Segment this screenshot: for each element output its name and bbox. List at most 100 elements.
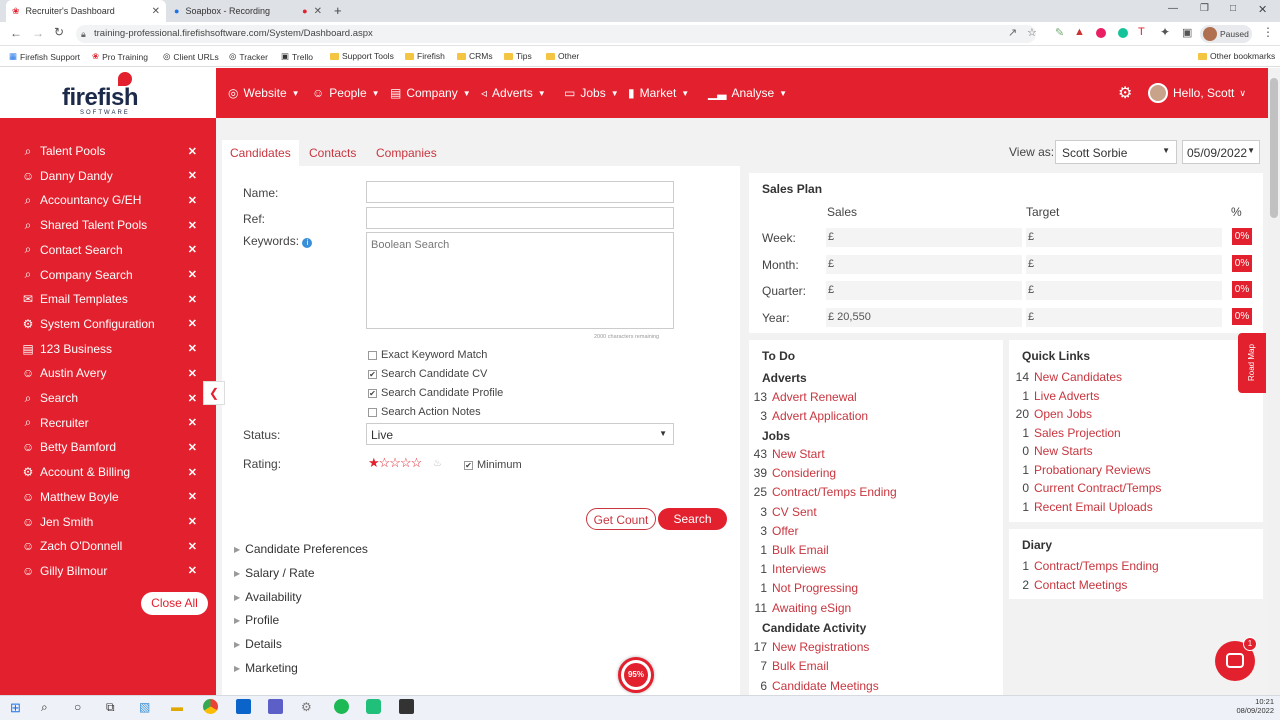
back-icon[interactable]: ← [10, 26, 22, 40]
reload-icon[interactable]: ↻ [54, 25, 64, 39]
section-profile[interactable]: ▶ Profile [234, 613, 279, 627]
sidebar-item[interactable]: ✉ Email Templates ✕ [22, 289, 197, 309]
item-link[interactable]: Considering [772, 466, 836, 480]
sidebar-item[interactable]: ⌕ Search ✕ [22, 388, 197, 408]
item-link[interactable]: Awaiting eSign [772, 601, 851, 615]
item-link[interactable]: Not Progressing [772, 581, 858, 595]
profile-paused-button[interactable]: Paused [1200, 25, 1252, 43]
close-icon[interactable]: ✕ [188, 367, 197, 380]
sidebar-item[interactable]: ☺ Matthew Boyle ✕ [22, 487, 197, 507]
item-link[interactable]: Current Contract/Temps [1034, 481, 1161, 495]
get-count-button[interactable]: Get Count [586, 508, 656, 530]
close-icon[interactable]: ✕ [188, 194, 197, 207]
list-item[interactable]: 25 Contract/Temps Ending [751, 485, 897, 499]
bookmark-trello[interactable]: ▣ Trello [281, 51, 313, 62]
item-link[interactable]: Advert Renewal [772, 390, 857, 404]
nav-jobs[interactable]: ▭ Jobs ▼ [564, 86, 619, 100]
share-icon[interactable]: ↗ [1008, 26, 1017, 39]
extension-rocket-icon[interactable]: ▲ [1074, 26, 1085, 38]
list-item[interactable]: 2 Contact Meetings [1013, 578, 1127, 592]
nav-analyse[interactable]: ▁▃ Analyse ▼ [708, 86, 787, 100]
settings-gear-icon[interactable]: ⚙ [1118, 83, 1132, 103]
close-icon[interactable]: ✕ [188, 219, 197, 232]
close-icon[interactable]: ✕ [188, 441, 197, 454]
other-bookmarks[interactable]: Other bookmarks [1198, 51, 1275, 61]
item-link[interactable]: Bulk Email [772, 659, 829, 673]
item-link[interactable]: Candidate Meetings [772, 679, 879, 693]
item-link[interactable]: Bulk Email [772, 543, 829, 557]
close-icon[interactable]: ✕ [188, 243, 197, 256]
date-select[interactable]: 05/09/2022 ▼ [1182, 140, 1260, 164]
sidebar-item[interactable]: ⌕ Talent Pools ✕ [22, 141, 197, 161]
scrollbar-thumb[interactable] [1270, 78, 1278, 218]
item-link[interactable]: Recent Email Uploads [1034, 500, 1153, 514]
section-salary-rate[interactable]: ▶ Salary / Rate [234, 566, 315, 580]
firefish-logo[interactable]: firefish SOFTWARE [0, 68, 216, 118]
list-item[interactable]: 1 Interviews [751, 562, 826, 576]
search-button[interactable]: Search [658, 508, 727, 530]
list-item[interactable]: 1 Contract/Temps Ending [1013, 559, 1158, 573]
close-icon[interactable]: ✕ [188, 466, 197, 479]
view-as-user-select[interactable]: Scott Sorbie ▼ [1055, 140, 1177, 164]
item-link[interactable]: Probationary Reviews [1034, 463, 1151, 477]
extensions-puzzle-icon[interactable]: ✦ [1160, 25, 1170, 39]
extension-pen-icon[interactable]: ✎ [1055, 26, 1064, 39]
extension-t-icon[interactable]: T [1138, 26, 1145, 38]
tab-contacts[interactable]: Contacts [301, 140, 364, 166]
flame-icon[interactable]: ♨ [433, 458, 442, 469]
ref-input[interactable] [366, 207, 674, 229]
road-map-tab[interactable]: Road Map [1238, 333, 1266, 393]
spotify-icon[interactable] [334, 699, 349, 714]
list-item[interactable]: 0 Current Contract/Temps [1013, 481, 1161, 495]
close-icon[interactable]: ✕ [188, 564, 197, 577]
sidebar-item[interactable]: ⌕ Contact Search ✕ [22, 240, 197, 260]
item-link[interactable]: New Start [772, 447, 825, 461]
chat-launcher[interactable]: 1 [1215, 637, 1257, 681]
bookmark-star-icon[interactable]: ☆ [1027, 26, 1037, 39]
minimize-icon[interactable]: — [1168, 3, 1178, 14]
grammarly-icon[interactable] [1118, 28, 1128, 38]
system-clock[interactable]: 10:21 08/09/2022 [1230, 697, 1274, 715]
list-item[interactable]: 11 Awaiting eSign [751, 601, 852, 615]
sidebar-item[interactable]: ☺ Jen Smith ✕ [22, 512, 197, 532]
forward-icon[interactable]: → [32, 26, 44, 40]
sidebar-item[interactable]: ☺ Zach O'Donnell ✕ [22, 536, 197, 556]
list-item[interactable]: 3 CV Sent [751, 505, 816, 519]
list-item[interactable]: 1 Bulk Email [751, 543, 829, 557]
sidebar-item[interactable]: ⌕ Accountancy G/EH ✕ [22, 190, 197, 210]
exact-keyword-checkbox[interactable]: Exact Keyword Match [368, 349, 487, 361]
app-icon[interactable]: ⚙ [301, 700, 312, 714]
list-item[interactable]: 1 Probationary Reviews [1013, 463, 1151, 477]
window-maximize-icon[interactable]: □ [1230, 3, 1236, 14]
sidebar-item[interactable]: ⌕ Shared Talent Pools ✕ [22, 215, 197, 235]
nav-website[interactable]: ◎ Website ▼ [228, 86, 300, 100]
bookmark-client-urls[interactable]: ◎ Client URLs [163, 51, 219, 62]
list-item[interactable]: 1 Sales Projection [1013, 426, 1120, 440]
list-item[interactable]: 43 New Start [751, 447, 825, 461]
sidebar-item[interactable]: ☺ Gilly Bilmour ✕ [22, 561, 197, 581]
section-details[interactable]: ▶ Details [234, 637, 282, 651]
close-all-button[interactable]: Close All [141, 592, 208, 615]
bookmark-crms[interactable]: CRMs [457, 51, 493, 61]
nav-people[interactable]: ☺ People ▼ [312, 86, 380, 100]
list-item[interactable]: 1 Live Adverts [1013, 389, 1099, 403]
close-icon[interactable]: ✕ [188, 268, 197, 281]
chrome-icon[interactable] [203, 699, 218, 714]
teams-icon[interactable] [268, 699, 283, 714]
section-availability[interactable]: ▶ Availability [234, 590, 302, 604]
task-view-icon[interactable]: ⧉ [106, 700, 115, 715]
list-item[interactable]: 3 Advert Application [751, 409, 868, 423]
close-icon[interactable]: ✕ [188, 540, 197, 553]
sidebar-item[interactable]: ☺ Austin Avery ✕ [22, 363, 197, 383]
keywords-textarea[interactable]: Boolean Search [366, 232, 674, 329]
sidebar-item[interactable]: ⌕ Recruiter ✕ [22, 413, 197, 433]
rating-stars[interactable]: ★☆☆☆☆ [368, 455, 422, 471]
tab-companies[interactable]: Companies [368, 140, 445, 166]
progress-badge[interactable]: 95% [618, 657, 654, 693]
item-link[interactable]: Contact Meetings [1034, 578, 1127, 592]
tab-recruiters-dashboard[interactable]: ❀ Recruiter's Dashboard ✕ [6, 0, 166, 22]
close-icon[interactable]: ✕ [188, 392, 197, 405]
search-profile-checkbox[interactable]: ✔ Search Candidate Profile [368, 387, 503, 399]
windows-start-icon[interactable]: ⊞ [10, 700, 21, 716]
close-icon[interactable]: ✕ [188, 416, 197, 429]
